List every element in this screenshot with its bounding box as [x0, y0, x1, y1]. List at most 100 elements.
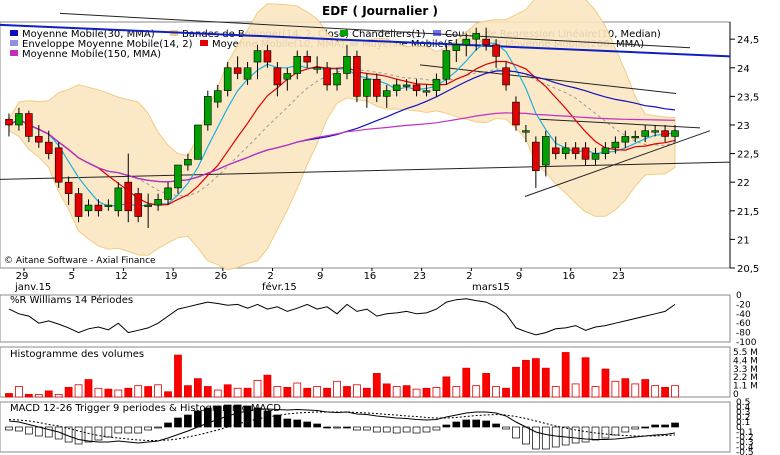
- candle-body: [283, 73, 292, 80]
- macd-histogram-bar: [283, 418, 292, 428]
- volume-bar: [54, 393, 63, 398]
- volume-bar: [442, 376, 451, 398]
- volume-bar: [353, 384, 361, 398]
- candle-body: [671, 130, 679, 137]
- williams-tick-label: -100: [736, 338, 757, 348]
- candle-body: [363, 78, 371, 97]
- macd-histogram-bar: [104, 426, 113, 438]
- price-tick-label: 22,5: [737, 150, 759, 161]
- candle-body: [84, 204, 93, 212]
- candle-body: [154, 199, 162, 206]
- date-tick-label: 29: [16, 271, 29, 282]
- copyright-text: © Aitane Software - Axial Finance: [4, 256, 156, 266]
- volume-bar: [631, 383, 640, 398]
- date-tick-label: 9: [516, 271, 522, 282]
- macd-histogram-bar: [392, 426, 401, 434]
- volume-title: Histogramme des volumes: [10, 349, 144, 360]
- candle-body: [661, 130, 669, 137]
- volume-bar: [233, 387, 242, 398]
- macd-histogram-bar: [134, 426, 143, 434]
- volume-bar: [154, 384, 162, 398]
- macd-histogram-bar: [353, 426, 361, 431]
- macd-histogram-bar: [343, 426, 351, 429]
- volume-bar: [611, 380, 620, 398]
- volume-bar: [223, 384, 232, 398]
- price-tick-label: 21,5: [737, 207, 759, 218]
- candle-body: [571, 147, 580, 154]
- macd-histogram-bar: [442, 424, 451, 428]
- volume-bar: [283, 386, 292, 398]
- macd-histogram-bar: [303, 421, 312, 428]
- candle-body: [581, 147, 590, 160]
- macd-histogram-bar: [25, 426, 33, 435]
- month-label: févr.15: [262, 281, 297, 293]
- candle-body: [551, 147, 560, 154]
- volume-bar: [392, 386, 401, 398]
- volume-bar: [243, 387, 252, 398]
- candle-body: [631, 136, 640, 139]
- candle-body: [223, 67, 232, 91]
- legend-swatch: [433, 30, 441, 36]
- volume-bar: [472, 385, 481, 398]
- date-tick-label: 23: [612, 271, 625, 282]
- candle-body: [333, 73, 341, 86]
- volume-bar: [402, 385, 411, 398]
- candle-body: [492, 44, 500, 57]
- macd-histogram-bar: [502, 426, 510, 430]
- macd-histogram-bar: [462, 419, 471, 428]
- volume-bar: [114, 389, 123, 398]
- volume-bar: [84, 379, 93, 398]
- candle-body: [303, 56, 311, 63]
- candle-body: [512, 101, 520, 126]
- volume-bar: [482, 373, 491, 398]
- volume-bar: [601, 368, 610, 398]
- volume-bar: [661, 386, 669, 398]
- candle-body: [611, 141, 620, 149]
- volume-bar: [571, 383, 580, 398]
- candle-body: [184, 159, 192, 166]
- volume-bar: [333, 380, 341, 398]
- volume-bar: [24, 393, 33, 398]
- candle-body: [213, 90, 222, 103]
- macd-histogram-bar: [323, 426, 331, 429]
- macd-histogram-bar: [472, 419, 481, 428]
- volume-bar: [522, 359, 530, 398]
- date-tick-label: 26: [214, 271, 227, 282]
- volume-bar: [34, 393, 43, 398]
- date-tick-label: 5: [69, 271, 75, 282]
- macd-histogram-bar: [363, 426, 371, 431]
- volume-bar: [293, 382, 302, 398]
- candle-body: [164, 187, 172, 200]
- candle-body: [651, 130, 659, 133]
- volume-bar: [144, 386, 153, 398]
- macd-histogram-bar: [432, 426, 441, 431]
- macd-histogram-bar: [263, 410, 272, 428]
- price-axis: 24,5 24 23,5 23 22,5 22 21,5 21 20,5: [730, 35, 759, 275]
- volume-bar: [671, 385, 679, 398]
- volume-bar: [253, 380, 262, 398]
- macd-histogram-bar: [213, 405, 222, 428]
- candle-body: [522, 130, 530, 133]
- candle-body: [323, 67, 331, 86]
- volume-bar: [203, 386, 212, 398]
- volume-bar: [382, 383, 391, 398]
- month-label: janv.15: [14, 282, 51, 293]
- stock-chart: EDF ( Journalier ) Moyenne Mobile(30, MM…: [0, 0, 759, 455]
- volume-bar: [124, 387, 133, 398]
- macd-histogram-bar: [641, 426, 650, 429]
- candle-body: [561, 147, 570, 154]
- candle-body: [54, 147, 63, 183]
- candle-body: [601, 147, 610, 154]
- volume-bar: [432, 386, 441, 398]
- candle-body: [472, 33, 480, 40]
- macd-histogram-bar: [482, 420, 490, 428]
- candle-body: [452, 44, 461, 51]
- volume-bar: [641, 379, 650, 398]
- volume-bar: [213, 389, 222, 398]
- macd-histogram-bar: [74, 426, 83, 445]
- candle-body: [532, 141, 540, 172]
- macd-histogram-bar: [194, 410, 202, 428]
- volume-bar: [551, 386, 560, 398]
- volume-bar: [5, 393, 13, 398]
- candle-body: [422, 90, 431, 93]
